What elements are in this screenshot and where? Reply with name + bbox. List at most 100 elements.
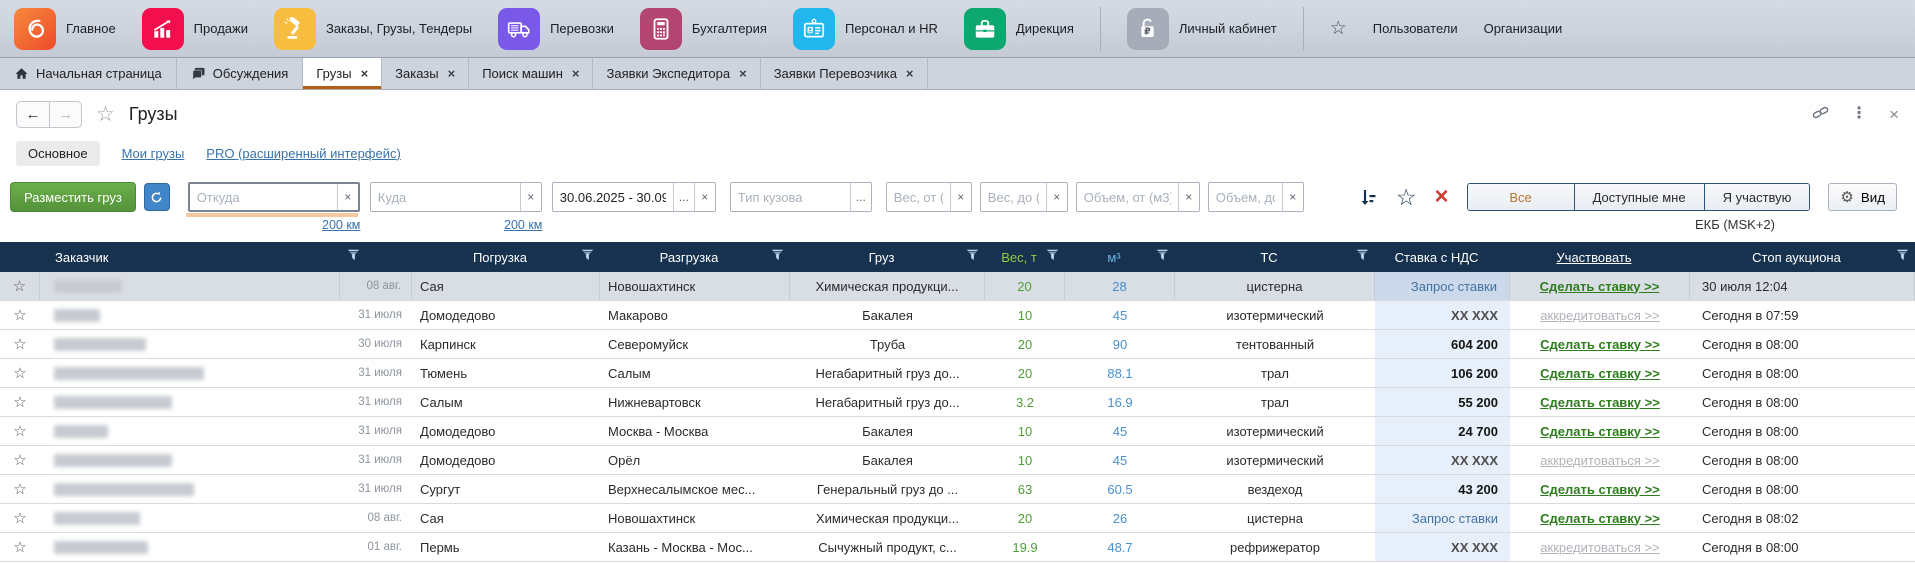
volume-to-clear-icon[interactable]: × [1281, 183, 1303, 211]
participate-link[interactable]: аккредитоваться >> [1540, 540, 1659, 555]
tab-home[interactable]: Начальная страница [0, 58, 177, 89]
participate-link[interactable]: Сделать ставку >> [1540, 279, 1660, 294]
table-row[interactable]: ☆ 31 июля Домодедово Макарово Бакалея 10… [0, 301, 1915, 330]
radius-to-link[interactable]: 200 км [504, 218, 542, 232]
weight-from-clear-icon[interactable]: × [949, 183, 971, 211]
row-favorite-star-icon[interactable]: ☆ [0, 533, 40, 561]
from-input[interactable] [189, 184, 337, 210]
copy-link-icon[interactable] [1812, 104, 1829, 125]
column-auction-stop[interactable]: Стоп аукциона [1690, 250, 1915, 265]
table-row[interactable]: ☆ 31 июля Сургут Верхнесалымское мес... … [0, 475, 1915, 504]
segment-all[interactable]: Все [1467, 184, 1574, 210]
row-favorite-star-icon[interactable]: ☆ [0, 446, 40, 474]
row-favorite-star-icon[interactable]: ☆ [0, 504, 40, 532]
segment-participating[interactable]: Я участвую [1703, 184, 1810, 210]
body-type-ellipsis-icon[interactable]: ... [849, 183, 871, 211]
filter-funnel-icon[interactable] [1156, 249, 1169, 265]
filter-funnel-icon[interactable] [1896, 249, 1909, 265]
column-bid[interactable]: Ставка с НДС [1375, 250, 1510, 265]
from-clear-icon[interactable]: × [336, 184, 358, 210]
module-orders[interactable]: Заказы, Грузы, Тендеры [273, 7, 472, 50]
more-menu-icon[interactable]: ⋮ [1851, 106, 1867, 122]
back-button[interactable]: ← [17, 102, 49, 127]
participate-link[interactable]: Сделать ставку >> [1540, 366, 1660, 381]
weight-from-input[interactable] [886, 183, 950, 211]
tab-discussions[interactable]: Обсуждения [177, 58, 304, 89]
filter-funnel-icon[interactable] [1356, 249, 1369, 265]
sort-icon[interactable] [1358, 187, 1378, 207]
table-row[interactable]: ☆ 31 июля Салым Нижневартовск Негабаритн… [0, 388, 1915, 417]
body-type-input[interactable] [730, 183, 850, 211]
participate-link[interactable]: Сделать ставку >> [1540, 424, 1660, 439]
module-hr[interactable]: Персонал и HR [792, 7, 938, 50]
column-loading[interactable]: Погрузка [412, 250, 600, 265]
radius-from-link[interactable]: 200 км [322, 218, 360, 232]
module-main[interactable]: Главное [14, 7, 116, 50]
column-cargo[interactable]: Груз [790, 250, 985, 265]
weight-to-input[interactable] [980, 183, 1046, 211]
tab-forwarder-requests-close-icon[interactable]: × [739, 67, 747, 80]
page-favorite-star-icon[interactable]: ☆ [96, 102, 115, 127]
tab-orders-close-icon[interactable]: × [448, 67, 456, 80]
filter-funnel-icon[interactable] [347, 249, 360, 265]
place-cargo-button[interactable]: Разместить груз [10, 182, 136, 212]
row-favorite-star-icon[interactable]: ☆ [0, 475, 40, 503]
to-input[interactable] [370, 183, 520, 211]
filter-funnel-icon[interactable] [1046, 249, 1059, 265]
tab-carrier-requests-close-icon[interactable]: × [906, 67, 914, 80]
column-weight[interactable]: Вес, т [985, 250, 1065, 265]
filter-funnel-icon[interactable] [581, 249, 594, 265]
row-favorite-star-icon[interactable]: ☆ [0, 330, 40, 358]
tab-carrier-requests[interactable]: Заявки Перевозчика × [761, 58, 928, 89]
volume-from-clear-icon[interactable]: × [1177, 183, 1199, 211]
toolbar-link-organizations[interactable]: Организации [1484, 21, 1563, 36]
date-clear-icon[interactable]: × [693, 183, 715, 211]
module-sales[interactable]: Продажи [141, 7, 248, 50]
column-participate[interactable]: Участвовать [1510, 250, 1690, 265]
refresh-button[interactable] [143, 183, 170, 211]
toolbar-link-users[interactable]: Пользователи [1373, 21, 1458, 36]
module-transport[interactable]: Перевозки [498, 7, 614, 50]
table-row[interactable]: ☆ 31 июля Тюмень Салым Негабаритный груз… [0, 359, 1915, 388]
tab-cargo-close-icon[interactable]: × [361, 67, 369, 80]
column-volume[interactable]: м³ [1065, 250, 1175, 265]
tab-cargo[interactable]: Грузы × [303, 58, 383, 89]
row-favorite-star-icon[interactable]: ☆ [0, 388, 40, 416]
participate-link[interactable]: Сделать ставку >> [1540, 511, 1660, 526]
row-favorite-star-icon[interactable]: ☆ [0, 417, 40, 445]
volume-to-input[interactable] [1208, 183, 1282, 211]
filter-funnel-icon[interactable] [771, 249, 784, 265]
subtab-main[interactable]: Основное [16, 140, 100, 166]
column-vehicle[interactable]: ТС [1175, 250, 1375, 265]
tab-orders[interactable]: Заказы × [382, 58, 470, 89]
filter-favorite-star-icon[interactable]: ☆ [1396, 184, 1417, 211]
module-accounting[interactable]: Бухгалтерия [639, 7, 767, 50]
module-personal-cabinet[interactable]: ₽ Личный кабинет [1126, 7, 1277, 50]
segment-available[interactable]: Доступные мне [1573, 184, 1704, 210]
forward-button[interactable]: → [49, 101, 81, 127]
subtab-my-cargo[interactable]: Мои грузы [122, 141, 185, 166]
view-button[interactable]: ⚙ Вид [1828, 183, 1897, 211]
module-direction[interactable]: Дирекция [963, 7, 1074, 50]
close-page-icon[interactable]: × [1889, 106, 1899, 123]
table-row[interactable]: ☆ 31 июля Домодедово Москва - Москва Бак… [0, 417, 1915, 446]
volume-from-input[interactable] [1076, 183, 1178, 211]
subtab-pro[interactable]: PRO (расширенный интерфейс) [206, 141, 401, 166]
participate-link[interactable]: аккредитоваться >> [1540, 453, 1659, 468]
table-row[interactable]: ☆ 31 июля Домодедово Орёл Бакалея 10 45 … [0, 446, 1915, 475]
row-favorite-star-icon[interactable]: ☆ [0, 301, 40, 329]
table-row[interactable]: ☆ 08 авг. Сая Новошахтинск Химическая пр… [0, 272, 1915, 301]
to-clear-icon[interactable]: × [519, 183, 541, 211]
column-unloading[interactable]: Разгрузка [600, 250, 790, 265]
tab-forwarder-requests[interactable]: Заявки Экспедитора × [593, 58, 761, 89]
date-picker-ellipsis-icon[interactable]: ... [672, 183, 694, 211]
table-row[interactable]: ☆ 08 авг. Сая Новошахтинск Химическая пр… [0, 504, 1915, 533]
tab-truck-search[interactable]: Поиск машин × [469, 58, 594, 89]
row-favorite-star-icon[interactable]: ☆ [0, 272, 40, 300]
tab-truck-search-close-icon[interactable]: × [572, 67, 580, 80]
reset-filters-icon[interactable]: × [1435, 185, 1449, 209]
row-favorite-star-icon[interactable]: ☆ [0, 359, 40, 387]
participate-link[interactable]: Сделать ставку >> [1540, 395, 1660, 410]
date-range-input[interactable] [552, 183, 673, 211]
table-row[interactable]: ☆ 01 авг. Пермь Казань - Москва - Мос...… [0, 533, 1915, 562]
